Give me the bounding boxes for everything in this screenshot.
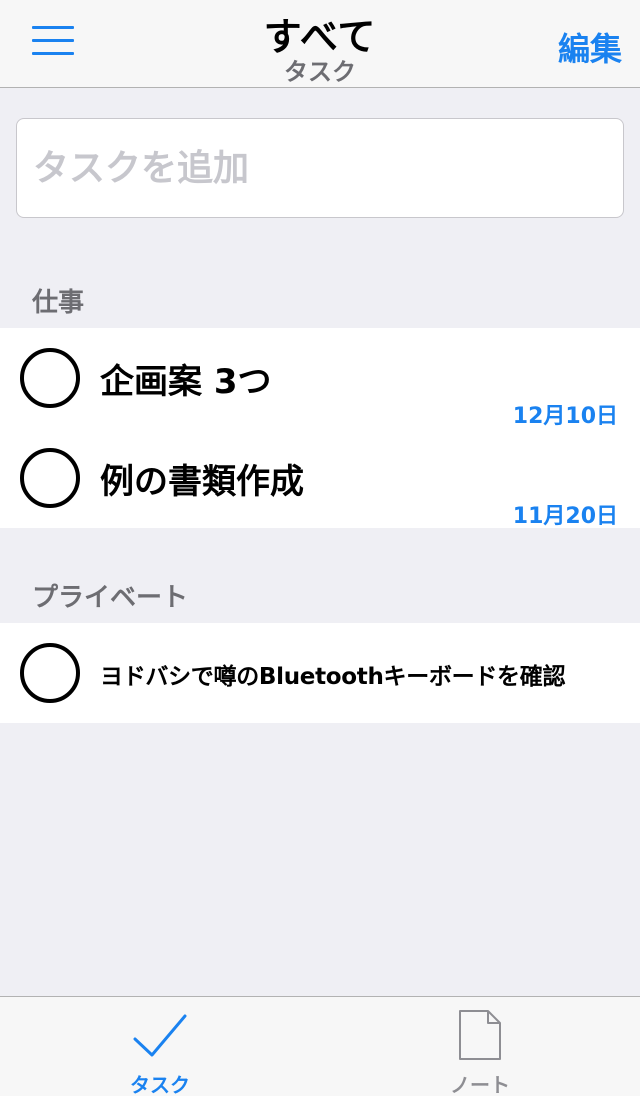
app-screen: すべて タスク 編集 仕事 企画案 3つ 12月10日 例の書類作成 11月20… <box>0 0 640 1096</box>
task-title: 例の書類作成 <box>100 462 304 502</box>
edit-button[interactable]: 編集 <box>558 24 622 70</box>
tab-tasks[interactable]: タスク <box>0 997 320 1096</box>
section-header-private: プライベート <box>32 583 189 613</box>
task-due-date: 12月10日 <box>512 404 618 429</box>
task-title: 企画案 3つ <box>100 362 272 402</box>
task-title: ヨドバシで噂のBluetoothキーボードを確認 <box>100 664 566 690</box>
task-checkbox[interactable] <box>20 448 80 508</box>
document-icon <box>459 1010 501 1060</box>
tab-label: ノート <box>450 1073 510 1096</box>
task-list-private: ヨドバシで噂のBluetoothキーボードを確認 <box>0 623 640 723</box>
navigation-bar: すべて タスク 編集 <box>0 0 640 88</box>
tab-notes[interactable]: ノート <box>320 997 640 1096</box>
tab-bar: タスク ノート <box>0 996 640 1096</box>
task-row[interactable]: ヨドバシで噂のBluetoothキーボードを確認 <box>0 623 640 723</box>
task-row[interactable]: 企画案 3つ 12月10日 <box>0 328 640 429</box>
add-task-input[interactable] <box>17 119 623 217</box>
add-task-field <box>16 118 624 218</box>
section-header-work: 仕事 <box>32 288 85 318</box>
task-checkbox[interactable] <box>20 643 80 703</box>
page-subtitle: タスク <box>284 58 356 86</box>
checkmark-icon <box>133 1014 187 1057</box>
tab-label: タスク <box>130 1073 190 1096</box>
task-list-work: 企画案 3つ 12月10日 例の書類作成 11月20日 <box>0 328 640 529</box>
task-row[interactable]: 例の書類作成 11月20日 <box>0 428 640 529</box>
task-checkbox[interactable] <box>20 348 80 408</box>
task-due-date: 11月20日 <box>512 504 618 529</box>
